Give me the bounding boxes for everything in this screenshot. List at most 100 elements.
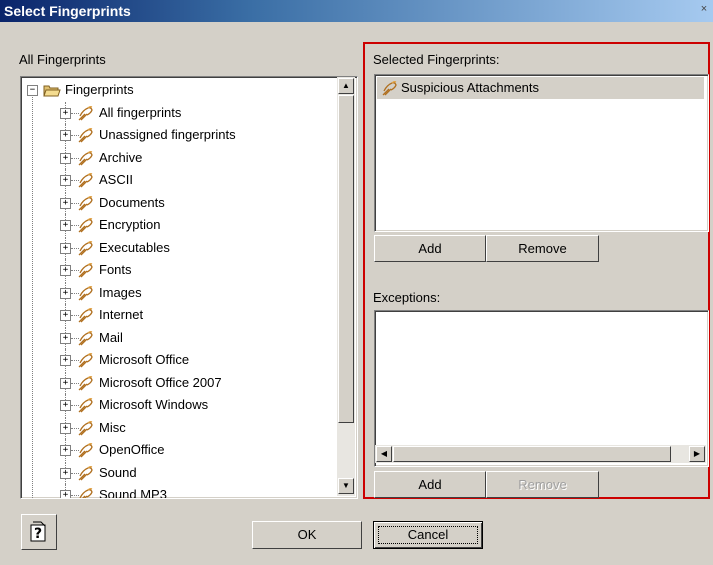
- ok-label: OK: [297, 527, 317, 542]
- tree-item-label: Misc: [99, 419, 126, 435]
- remove-exception-button[interactable]: Remove: [486, 471, 599, 498]
- tree-item[interactable]: + Sound MP3: [21, 484, 331, 498]
- add-exception-button[interactable]: Add: [374, 471, 486, 498]
- scroll-up-icon[interactable]: ▲: [338, 78, 354, 94]
- tree-item[interactable]: + Microsoft Office: [21, 349, 331, 371]
- cancel-button[interactable]: Cancel: [373, 521, 483, 549]
- fingerprint-icon: [78, 443, 93, 458]
- expand-icon[interactable]: +: [60, 130, 71, 141]
- tree-item-label: Images: [99, 284, 142, 300]
- expand-icon[interactable]: +: [60, 287, 71, 299]
- svg-text:?: ?: [34, 526, 42, 542]
- expand-icon[interactable]: +: [60, 445, 71, 456]
- tree-item[interactable]: + Images: [21, 281, 331, 304]
- fingerprint-icon: [78, 150, 93, 165]
- expand-icon[interactable]: +: [60, 332, 71, 344]
- expand-icon[interactable]: +: [60, 310, 71, 321]
- tree-item-label: Sound: [99, 464, 137, 480]
- tree-item[interactable]: + Misc: [21, 416, 331, 439]
- fingerprint-icon: [78, 240, 93, 255]
- tree-item[interactable]: + Documents: [21, 191, 331, 214]
- add-selected-label: Add: [418, 241, 442, 256]
- tree-item-label: Microsoft Office: [99, 352, 190, 367]
- tree-item[interactable]: + Mail: [21, 326, 331, 349]
- tree-item-label: Sound MP3: [99, 487, 167, 498]
- selected-fingerprints-list[interactable]: Suspicious Attachments: [374, 74, 709, 232]
- remove-selected-button[interactable]: Remove: [486, 235, 599, 262]
- tree-item[interactable]: + Microsoft Office 2007: [21, 371, 331, 394]
- fingerprint-icon: [78, 285, 93, 300]
- tree-item-label: Internet: [99, 307, 144, 322]
- remove-selected-label: Remove: [518, 241, 567, 256]
- tree-content: − Fingerprints + All fingerprints + Unassigne…: [21, 77, 337, 498]
- title-bar[interactable]: Select Fingerprints ×: [0, 0, 713, 22]
- fingerprint-icon: [79, 488, 93, 498]
- tree-item[interactable]: + Fonts: [21, 259, 331, 281]
- all-fingerprints-label: All Fingerprints: [19, 52, 106, 67]
- tree-item[interactable]: + Executables: [21, 236, 331, 259]
- expand-icon[interactable]: +: [60, 355, 71, 366]
- expand-icon[interactable]: +: [60, 220, 71, 231]
- tree-item-label: Documents: [99, 194, 165, 210]
- exceptions-label: Exceptions:: [373, 290, 441, 305]
- fingerprint-icon: [78, 465, 93, 480]
- scroll-right-icon[interactable]: ▶: [689, 446, 705, 462]
- tree-item[interactable]: + Archive: [21, 146, 331, 169]
- fingerprint-icon: [78, 330, 93, 345]
- scroll-down-icon[interactable]: ▼: [338, 478, 354, 494]
- tree-item[interactable]: + Internet: [21, 304, 331, 326]
- expand-icon[interactable]: +: [60, 197, 71, 209]
- expand-icon[interactable]: +: [60, 152, 71, 164]
- fingerprint-icon: [78, 195, 93, 210]
- selected-item-label: Suspicious Attachments: [401, 80, 540, 95]
- tree-item[interactable]: + OpenOffice: [21, 439, 331, 461]
- fingerprint-tree[interactable]: − Fingerprints + All fingerprints + Unassigne…: [20, 76, 358, 499]
- expand-icon[interactable]: +: [60, 242, 71, 254]
- tree-item-label: Microsoft Windows: [99, 397, 209, 412]
- fingerprint-icon: [78, 375, 93, 390]
- tree-item-label: Mail: [99, 329, 123, 345]
- fingerprint-icon: [78, 173, 93, 188]
- help-button[interactable]: ?: [21, 514, 57, 550]
- close-icon[interactable]: ×: [697, 3, 711, 17]
- tree-item-label: Executables: [99, 239, 170, 255]
- ok-button[interactable]: OK: [252, 521, 362, 549]
- tree-item[interactable]: + Encryption: [21, 214, 331, 236]
- exceptions-list[interactable]: ◀ ▶: [374, 310, 709, 467]
- selected-fingerprints-label: Selected Fingerprints:: [373, 52, 500, 67]
- focus-ring: [378, 526, 478, 544]
- exceptions-scroll-thumb[interactable]: [393, 446, 671, 462]
- tree-item-label: OpenOffice: [99, 442, 165, 457]
- scroll-left-icon[interactable]: ◀: [376, 446, 392, 462]
- tree-item[interactable]: + ASCII: [21, 169, 331, 191]
- fingerprint-icon: [78, 218, 93, 233]
- expand-icon[interactable]: +: [60, 422, 71, 434]
- tree-item-label: Fonts: [99, 262, 132, 277]
- expand-icon[interactable]: +: [60, 107, 71, 119]
- tree-item[interactable]: + Sound: [21, 461, 331, 484]
- tree-root-label: Fingerprints: [65, 82, 134, 97]
- tree-item-label: Microsoft Office 2007: [99, 374, 222, 390]
- tree-item[interactable]: + Unassigned fingerprints: [21, 124, 331, 146]
- tree-item[interactable]: + All fingerprints: [21, 101, 331, 124]
- fingerprint-icon: [78, 128, 93, 143]
- tree-item-label: Encryption: [99, 217, 161, 232]
- expand-icon[interactable]: +: [60, 377, 71, 389]
- expand-icon[interactable]: +: [60, 175, 71, 186]
- fingerprint-icon: [78, 263, 93, 278]
- tree-root[interactable]: − Fingerprints: [21, 79, 321, 101]
- tree-scroll-thumb[interactable]: [338, 95, 354, 423]
- expand-icon[interactable]: +: [60, 467, 71, 479]
- expand-icon[interactable]: +: [60, 490, 71, 498]
- fingerprint-icon: [78, 308, 93, 323]
- tree-item[interactable]: + Microsoft Windows: [21, 394, 331, 416]
- tree-item-label: ASCII: [99, 172, 133, 187]
- fingerprint-icon: [78, 353, 93, 368]
- fingerprint-icon: [78, 105, 93, 120]
- fingerprint-icon: [78, 420, 93, 435]
- expand-icon[interactable]: +: [60, 400, 71, 411]
- tree-item-label: Unassigned fingerprints: [99, 127, 236, 142]
- expand-icon[interactable]: +: [60, 265, 71, 276]
- add-selected-button[interactable]: Add: [374, 235, 486, 262]
- fingerprint-icon: [78, 398, 93, 413]
